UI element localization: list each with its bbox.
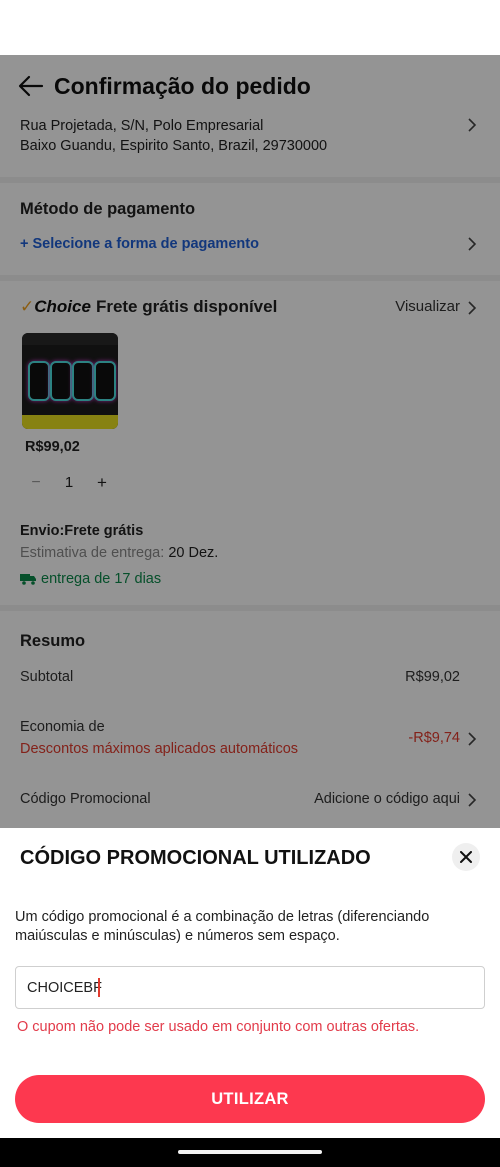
apply-button[interactable]: UTILIZAR <box>15 1075 485 1123</box>
promo-error-message: O cupom não pode ser usado em conjunto c… <box>17 1019 420 1035</box>
home-indicator[interactable] <box>178 1150 322 1154</box>
sheet-title: CÓDIGO PROMOCIONAL UTILIZADO <box>20 847 371 869</box>
modal-backdrop[interactable] <box>0 55 500 828</box>
close-button[interactable] <box>452 843 480 871</box>
promo-code-sheet: CÓDIGO PROMOCIONAL UTILIZADO Um código p… <box>0 828 500 1138</box>
close-icon <box>460 851 472 863</box>
sheet-description: Um código promocional é a combinação de … <box>15 909 430 944</box>
status-bar <box>0 0 500 55</box>
text-caret <box>98 978 100 997</box>
navigation-bar <box>0 1138 500 1167</box>
promo-code-input[interactable] <box>15 966 485 1009</box>
